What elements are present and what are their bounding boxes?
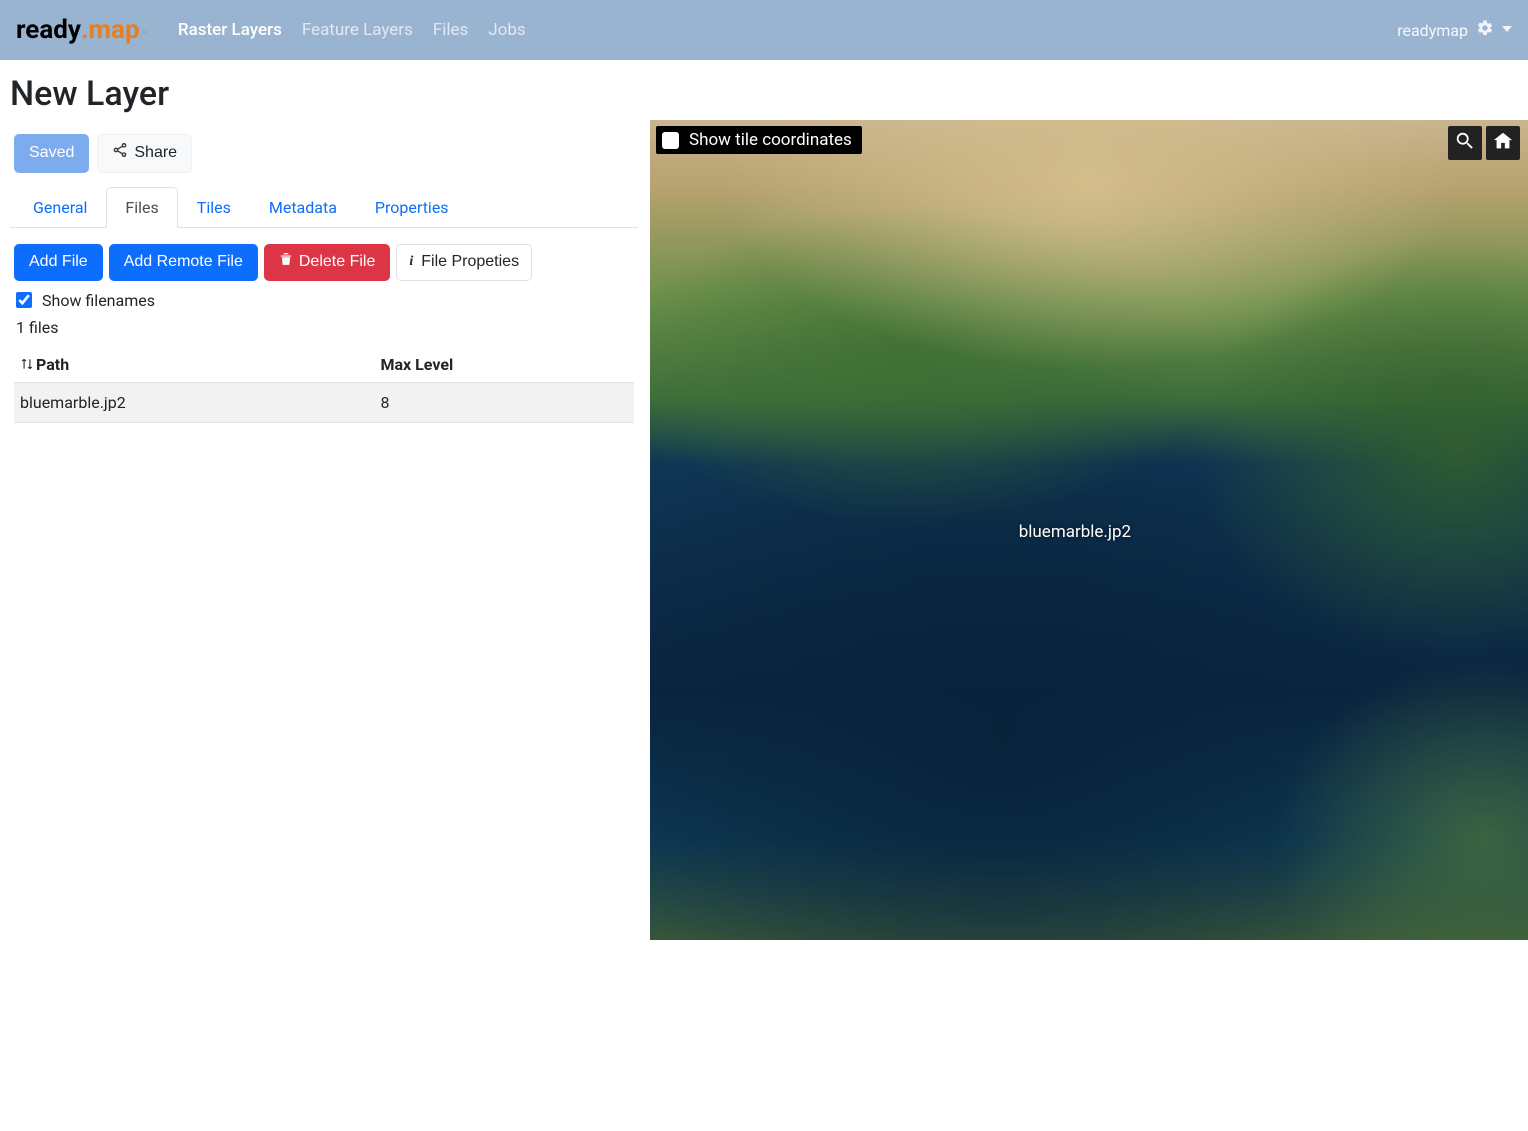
- file-properties-label: File Propeties: [421, 252, 519, 273]
- gear-icon: [1476, 19, 1494, 41]
- brand-map: map: [89, 15, 140, 45]
- page-title: New Layer: [10, 74, 638, 114]
- brand-dot: .: [81, 15, 89, 45]
- sort-icon: [20, 357, 34, 371]
- file-properties-button[interactable]: i File Propeties: [396, 244, 532, 281]
- cell-maxlevel: 8: [374, 383, 634, 423]
- tab-metadata[interactable]: Metadata: [250, 187, 356, 228]
- info-icon: i: [409, 253, 415, 271]
- nav-files[interactable]: Files: [433, 20, 468, 40]
- tab-general[interactable]: General: [14, 187, 106, 228]
- right-panel: Show tile coordinates bluemarble.jp2: [648, 60, 1528, 940]
- nav-jobs[interactable]: Jobs: [488, 20, 525, 40]
- col-maxlevel-label: Max Level: [380, 355, 453, 374]
- col-path-label: Path: [36, 355, 69, 374]
- nav-raster-layers[interactable]: Raster Layers: [178, 20, 282, 40]
- files-table: Path Max Level bluemarble.jp2 8: [14, 347, 634, 424]
- main: New Layer Saved Share General Files Tile…: [0, 60, 1528, 940]
- caret-down-icon: [1502, 24, 1512, 37]
- share-button[interactable]: Share: [97, 134, 192, 173]
- user-menu[interactable]: readymap: [1397, 19, 1512, 41]
- file-count: 1 files: [16, 318, 634, 337]
- user-name: readymap: [1397, 21, 1468, 40]
- show-filenames-label: Show filenames: [42, 291, 155, 310]
- col-path[interactable]: Path: [14, 347, 374, 383]
- map-home-button[interactable]: [1486, 126, 1520, 160]
- add-file-button[interactable]: Add File: [14, 244, 103, 281]
- brand-tm: ™: [142, 30, 148, 41]
- share-icon: [112, 142, 128, 165]
- brand-ready: ready: [16, 15, 81, 45]
- home-icon: [1492, 130, 1514, 156]
- share-label: Share: [134, 143, 177, 164]
- delete-file-label: Delete File: [299, 252, 375, 273]
- col-maxlevel[interactable]: Max Level: [374, 347, 634, 383]
- table-row[interactable]: bluemarble.jp2 8: [14, 383, 634, 423]
- tile-coords-checkbox[interactable]: [662, 132, 679, 149]
- tabs: General Files Tiles Metadata Properties: [10, 187, 638, 228]
- show-filenames-checkbox[interactable]: [16, 292, 32, 308]
- map-filename-label: bluemarble.jp2: [1019, 522, 1131, 542]
- map-controls: [1448, 126, 1520, 160]
- navbar: ready.map™ Raster Layers Feature Layers …: [0, 0, 1528, 60]
- tab-files[interactable]: Files: [106, 187, 177, 228]
- tab-tiles[interactable]: Tiles: [178, 187, 250, 228]
- nav-items: Raster Layers Feature Layers Files Jobs: [178, 20, 526, 40]
- show-filenames-row[interactable]: Show filenames: [16, 291, 634, 310]
- add-remote-file-button[interactable]: Add Remote File: [109, 244, 258, 281]
- left-panel: New Layer Saved Share General Files Tile…: [0, 60, 648, 940]
- delete-file-button[interactable]: Delete File: [264, 244, 390, 281]
- cell-path: bluemarble.jp2: [14, 383, 374, 423]
- nav-feature-layers[interactable]: Feature Layers: [302, 20, 413, 40]
- actions-row: Saved Share: [10, 134, 638, 173]
- saved-button[interactable]: Saved: [14, 134, 89, 173]
- map-search-button[interactable]: [1448, 126, 1482, 160]
- brand-logo[interactable]: ready.map™: [16, 15, 148, 45]
- tile-coords-label: Show tile coordinates: [689, 130, 852, 150]
- file-buttons: Add File Add Remote File Delete File i F…: [14, 244, 634, 281]
- map-view[interactable]: Show tile coordinates bluemarble.jp2: [648, 120, 1528, 940]
- files-tab-content: Add File Add Remote File Delete File i F…: [10, 228, 638, 427]
- search-icon: [1454, 130, 1476, 156]
- tile-coords-toggle[interactable]: Show tile coordinates: [656, 126, 862, 154]
- tab-properties[interactable]: Properties: [356, 187, 468, 228]
- trash-icon: [279, 252, 293, 273]
